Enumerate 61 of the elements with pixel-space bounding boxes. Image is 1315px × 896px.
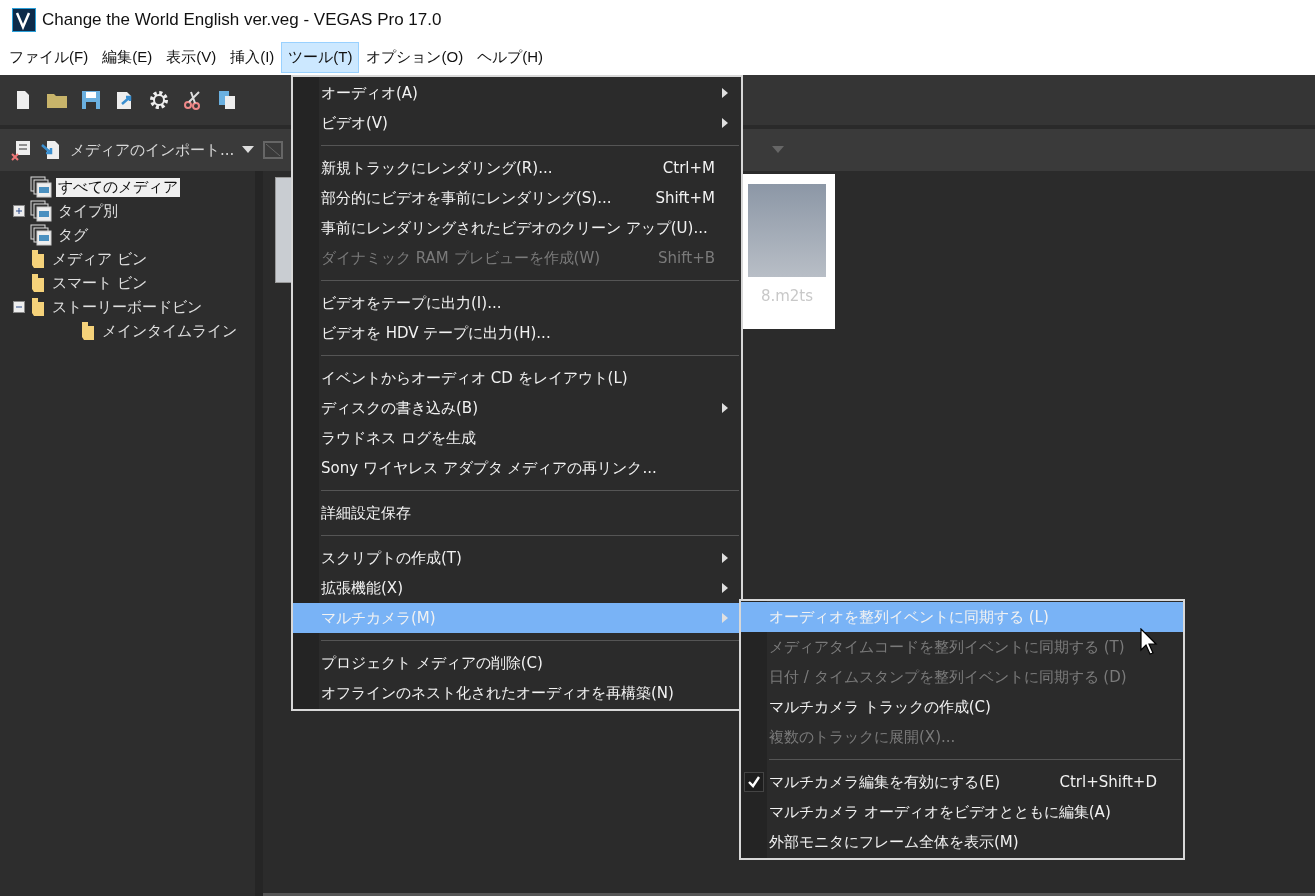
submenu-arrow-icon bbox=[721, 403, 729, 413]
menu-bar-item[interactable]: ヘルプ(H) bbox=[470, 42, 550, 73]
menu-item[interactable]: ビデオを HDV テープに出力(H)... bbox=[293, 318, 741, 348]
submenu-arrow-icon bbox=[721, 583, 729, 593]
tree-item[interactable]: メインタイムライン bbox=[100, 321, 239, 341]
menu-item[interactable]: マルチカメラ オーディオをビデオとともに編集(A) bbox=[741, 797, 1183, 827]
menu-item[interactable]: 事前にレンダリングされたビデオのクリーン アップ(U)... bbox=[293, 213, 741, 243]
collapse-toggle[interactable] bbox=[13, 301, 25, 313]
menu-item[interactable]: 新規トラックにレンダリング(R)... Ctrl+M bbox=[293, 153, 741, 183]
menu-item[interactable]: ディスクの書き込み(B) bbox=[293, 393, 741, 423]
menu-item[interactable]: プロジェクト メディアの削除(C) bbox=[293, 648, 741, 678]
menu-bar-item[interactable]: ファイル(F) bbox=[2, 42, 96, 73]
menu-item[interactable]: ビデオをテープに出力(I)... bbox=[293, 288, 741, 318]
menu-bar-item[interactable]: 表示(V) bbox=[159, 42, 224, 73]
media-library-icon bbox=[30, 200, 52, 222]
tree-item[interactable]: メディア ビン bbox=[50, 249, 149, 269]
grid-view-icon bbox=[262, 139, 285, 161]
submenu-arrow-icon bbox=[721, 613, 729, 623]
menu-item[interactable]: オーディオ(A) bbox=[293, 78, 741, 108]
menu-item[interactable]: スクリプトの作成(T) bbox=[293, 543, 741, 573]
menu-item[interactable]: マルチカメラ トラックの作成(C) bbox=[741, 692, 1183, 722]
tree-item[interactable]: タグ bbox=[56, 225, 90, 245]
media-library-icon bbox=[30, 176, 52, 198]
menu-item[interactable]: 部分的にビデオを事前にレンダリング(S)... Shift+M bbox=[293, 183, 741, 213]
settings-icon[interactable] bbox=[148, 89, 170, 111]
menu-item[interactable]: イベントからオーディオ CD をレイアウト(L) bbox=[293, 363, 741, 393]
import-media-icon[interactable] bbox=[40, 139, 62, 161]
copy-icon[interactable] bbox=[216, 89, 238, 111]
menu-item[interactable]: オフラインのネスト化されたオーディオを再構築(N) bbox=[293, 678, 741, 708]
menu-bar-item[interactable]: 挿入(I) bbox=[223, 42, 282, 73]
tree-item[interactable]: すべてのメディア bbox=[56, 177, 180, 197]
submenu-arrow-icon bbox=[721, 118, 729, 128]
tree-item[interactable]: スマート ビン bbox=[50, 273, 149, 293]
menu-item[interactable]: ラウドネス ログを生成 bbox=[293, 423, 741, 453]
media-library-icon bbox=[30, 224, 52, 246]
submenu-arrow-icon bbox=[721, 553, 729, 563]
caret-icon bbox=[242, 146, 255, 154]
menu-item[interactable]: Sony ワイヤレス アダプタ メディアの再リンク... bbox=[293, 453, 741, 483]
menu-item[interactable]: 拡張機能(X) bbox=[293, 573, 741, 603]
folder-icon bbox=[30, 272, 46, 294]
menu-item[interactable]: 外部モニタにフレーム全体を表示(M) bbox=[741, 827, 1183, 857]
menu-bar-item[interactable]: 編集(E) bbox=[95, 42, 160, 73]
save-icon[interactable] bbox=[80, 89, 102, 111]
menu-item[interactable]: ビデオ(V) bbox=[293, 108, 741, 138]
expand-toggle[interactable] bbox=[13, 205, 25, 217]
submenu-arrow-icon bbox=[721, 88, 729, 98]
folder-icon bbox=[80, 320, 96, 342]
menu-item[interactable]: 詳細設定保存 bbox=[293, 498, 741, 528]
app-logo-icon bbox=[12, 8, 36, 32]
tree-item[interactable]: ストーリーボードビン bbox=[50, 297, 204, 317]
folder-icon bbox=[30, 248, 46, 270]
tree-item[interactable]: タイプ別 bbox=[56, 201, 120, 221]
menu-item[interactable]: マルチカメラ編集を有効にする(E) Ctrl+Shift+D bbox=[741, 767, 1183, 797]
mouse-pointer-icon bbox=[1140, 628, 1160, 656]
menu-bar-item[interactable]: オプション(O) bbox=[359, 42, 471, 73]
caret-icon bbox=[772, 146, 785, 154]
window-title: Change the World English ver.veg - VEGAS Pro 17.0 bbox=[42, 10, 442, 30]
remove-media-icon[interactable] bbox=[10, 139, 32, 161]
menu-bar-item[interactable]: ツール(T) bbox=[281, 42, 360, 73]
import-media-label[interactable]: メディアのインポート... bbox=[70, 140, 235, 160]
folder-icon bbox=[30, 296, 46, 318]
